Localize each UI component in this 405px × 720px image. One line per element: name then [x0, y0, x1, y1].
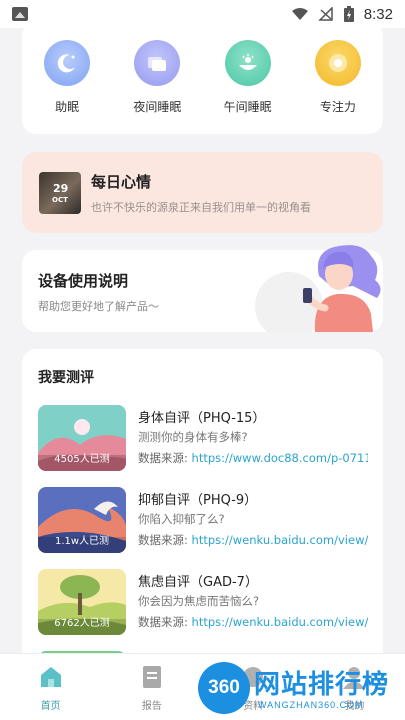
- tool-label: 夜间睡眠: [133, 100, 182, 114]
- eval-count: 4505人已测: [54, 454, 110, 465]
- eval-source: 数据来源: https://wenku.baidu.com/view/7...: [138, 532, 368, 548]
- nav-home[interactable]: 首页: [21, 664, 81, 712]
- mood-date-thumbnail: 29 OCT: [39, 171, 81, 214]
- watermark: 360 网站排行榜 WANGZHAN360.COM: [198, 658, 403, 718]
- source-label: 数据来源:: [138, 533, 188, 547]
- tool-noon-sleep[interactable]: 午间睡眠: [208, 40, 288, 115]
- nav-report[interactable]: 报告: [122, 664, 182, 712]
- source-label: 数据来源:: [138, 451, 188, 465]
- eval-item-phq15[interactable]: 4505人已测 身体自评（PHQ-15） 测测你的身体有多棒? 数据来源: ht…: [38, 405, 368, 471]
- watermark-url: WANGZHAN360.COM: [258, 700, 364, 710]
- tool-sleep-aid[interactable]: 助眠: [27, 40, 107, 115]
- eval-source: 数据来源: https://www.doc88.com/p-07115...: [138, 450, 368, 466]
- nav-label: 首页: [40, 701, 61, 712]
- eval-name: 焦虑自评（GAD-7）: [138, 575, 258, 590]
- mood-subtitle: 也许不快乐的源泉正来自我们用单一的视角看: [91, 200, 311, 214]
- device-guide-card[interactable]: 设备使用说明 帮助您更好地了解产品〜: [22, 245, 383, 332]
- source-link[interactable]: https://wenku.baidu.com/view/4...: [192, 615, 368, 629]
- mood-month: OCT: [52, 195, 68, 204]
- home-icon: [40, 667, 61, 687]
- no-signal-icon: [317, 7, 333, 21]
- evaluations-title: 我要测评: [38, 370, 94, 386]
- moon-icon: [44, 40, 91, 86]
- tool-label: 助眠: [55, 100, 80, 114]
- eval-item-gad7[interactable]: 6762人已测 焦虑自评（GAD-7） 你会因为焦虑而苦恼么? 数据来源: ht…: [38, 569, 368, 635]
- status-bar: 8:32: [0, 0, 405, 28]
- eval-question: 你会因为焦虑而苦恼么?: [138, 594, 260, 608]
- clock: 8:32: [363, 5, 393, 23]
- girl-with-phone-illustration: [255, 245, 381, 332]
- eval-question: 测测你的身体有多棒?: [138, 430, 248, 444]
- source-link[interactable]: https://www.doc88.com/p-07115...: [192, 451, 368, 465]
- quick-tools-card: 助眠 夜间睡眠 午间睡眠 专注力: [22, 28, 383, 134]
- eval-item-phq9[interactable]: 1.1w人已测 抑郁自评（PHQ-9） 你陷入抑郁了么? 数据来源: https…: [38, 487, 368, 553]
- eval-name: 抑郁自评（PHQ-9）: [138, 493, 258, 508]
- eval-count: 6762人已测: [54, 618, 110, 629]
- tool-focus[interactable]: 专注力: [298, 40, 378, 115]
- home-content[interactable]: 助眠 夜间睡眠 午间睡眠 专注力 29 OCT 每日心情 也许不快乐的源泉正来自…: [0, 28, 405, 653]
- eval-question: 你陷入抑郁了么?: [138, 512, 225, 526]
- report-icon: [142, 666, 161, 688]
- nav-label: 报告: [141, 701, 162, 712]
- eval-thumbnail: 6762人已测: [38, 569, 126, 635]
- source-link[interactable]: https://wenku.baidu.com/view/7...: [192, 533, 368, 547]
- eval-name: 身体自评（PHQ-15）: [138, 411, 266, 426]
- wifi-icon: [291, 8, 308, 20]
- eval-source: 数据来源: https://wenku.baidu.com/view/4...: [138, 614, 368, 630]
- eval-thumbnail: 1.1w人已测: [38, 487, 126, 553]
- focus-icon: [314, 40, 361, 86]
- gallery-icon: [12, 7, 28, 21]
- watermark-badge: 360: [198, 662, 250, 714]
- eval-count: 1.1w人已测: [54, 536, 110, 547]
- mood-title: 每日心情: [91, 172, 152, 191]
- daily-mood-card[interactable]: 29 OCT 每日心情 也许不快乐的源泉正来自我们用单一的视角看: [22, 152, 383, 233]
- battery-icon: [343, 6, 354, 22]
- source-label: 数据来源:: [138, 615, 188, 629]
- mood-day: 29: [53, 181, 69, 195]
- status-icons: 8:32: [291, 5, 393, 23]
- tool-night-sleep[interactable]: 夜间睡眠: [117, 40, 197, 115]
- eval-thumbnail: 4505人已测: [38, 405, 126, 471]
- night-sleep-icon: [134, 40, 181, 86]
- evaluations-card: 我要测评 4505人已测 身体自评（PHQ-15） 测测你的身体有多棒? 数据来…: [22, 349, 383, 653]
- tool-label: 午间睡眠: [223, 100, 272, 114]
- noon-sleep-icon: [224, 40, 271, 86]
- watermark-text: 网站排行榜: [254, 670, 390, 700]
- tool-label: 专注力: [319, 100, 356, 114]
